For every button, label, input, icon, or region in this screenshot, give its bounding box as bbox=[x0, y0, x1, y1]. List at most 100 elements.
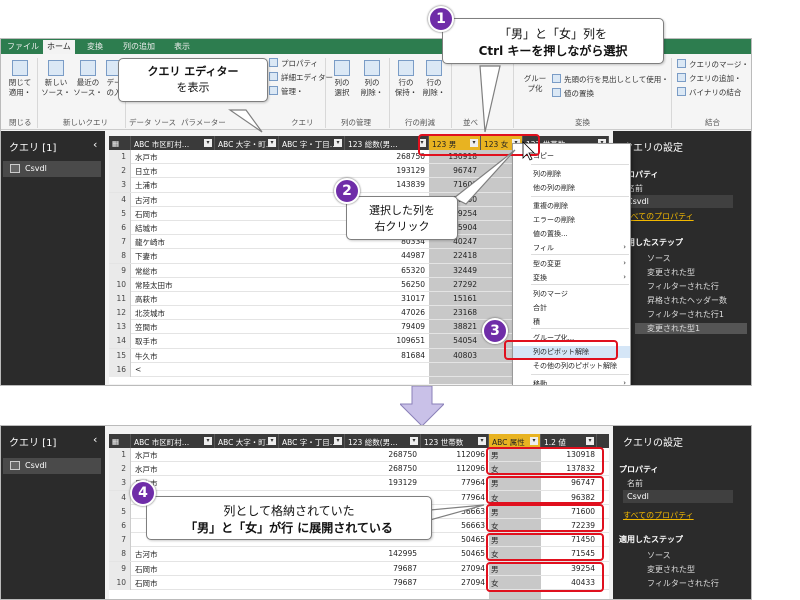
cell-total: 142995 bbox=[388, 549, 417, 559]
query-name-field[interactable]: Csvdl bbox=[623, 195, 733, 208]
applied-step[interactable]: ソース bbox=[647, 550, 671, 561]
use-first-row-headers-button[interactable]: 先頭の行を見出しとして使用・ bbox=[552, 74, 669, 85]
row-number: 3 bbox=[109, 476, 131, 491]
context-menu-item[interactable]: 他の列の削除 bbox=[513, 182, 630, 194]
context-menu-item[interactable]: 移動 › bbox=[513, 378, 630, 386]
replace-values-button[interactable]: 値の置換 bbox=[552, 88, 594, 99]
column-header[interactable]: 123 総数(男… ▾ bbox=[345, 136, 429, 150]
applied-step[interactable]: フィルターされた行 bbox=[647, 578, 719, 589]
query-item-csvdl[interactable]: Csvdl bbox=[3, 161, 101, 177]
cell-total: 81684 bbox=[401, 350, 425, 360]
new-source-button[interactable]: 新しい ソース・ bbox=[41, 60, 71, 98]
column-header[interactable]: ABC 大字・町… ▾ bbox=[215, 434, 279, 448]
cell-total: 109651 bbox=[396, 336, 425, 346]
remove-rows-button[interactable]: 行の 削除・ bbox=[421, 60, 447, 98]
context-menu-item[interactable]: 重複の削除 bbox=[513, 200, 630, 212]
cell-total: 193129 bbox=[388, 478, 417, 488]
group-label-query: クエリ bbox=[291, 118, 314, 127]
row-number: 6 bbox=[109, 518, 131, 533]
row-number: 16 bbox=[109, 362, 131, 377]
filter-dropdown-icon[interactable]: ▾ bbox=[334, 139, 342, 147]
filter-dropdown-icon[interactable]: ▾ bbox=[204, 437, 212, 445]
tab-add-column[interactable]: 列の追加 bbox=[123, 41, 155, 52]
context-menu-item[interactable]: エラーの削除 bbox=[513, 214, 630, 226]
replace-icon bbox=[552, 88, 561, 97]
applied-step[interactable]: 変更された型 bbox=[647, 564, 695, 575]
row-number: 7 bbox=[109, 235, 131, 250]
context-menu-item[interactable]: 変換 › bbox=[513, 272, 630, 284]
row-number: 12 bbox=[109, 306, 131, 321]
ribbon: 閉じて 適用・ 新しい ソース・ 最近の ソース・ デー の入 列の 選択 列の… bbox=[1, 54, 751, 130]
column-header-value[interactable]: 1.2 値 ▾ bbox=[541, 434, 597, 448]
column-header[interactable]: ABC 字・丁目… ▾ bbox=[279, 136, 345, 150]
context-menu-item[interactable]: フィル › bbox=[513, 242, 630, 254]
table-menu-icon[interactable]: ▦ bbox=[109, 434, 131, 448]
properties-button[interactable]: プロパティ bbox=[269, 58, 318, 69]
tab-file[interactable]: ファイル bbox=[7, 41, 39, 52]
menu-separator bbox=[531, 328, 629, 329]
group-label-reduce-rows: 行の削減 bbox=[405, 118, 435, 127]
context-menu-item[interactable]: その他の列のピボット解除 bbox=[513, 360, 630, 372]
filter-dropdown-icon[interactable]: ▾ bbox=[586, 437, 594, 445]
cell-city: 常陸太田市 bbox=[135, 280, 173, 290]
filter-dropdown-icon[interactable]: ▾ bbox=[268, 139, 276, 147]
keep-rows-button[interactable]: 行の 保持・ bbox=[393, 60, 419, 98]
queries-pane: クエリ [1] ‹ Csvdl bbox=[1, 426, 105, 599]
submenu-arrow-icon: › bbox=[623, 379, 626, 386]
query-name-field[interactable]: Csvdl bbox=[623, 490, 733, 503]
context-menu-item[interactable]: 列の削除 bbox=[513, 168, 630, 180]
column-header[interactable]: ABC 市区町村… ▾ bbox=[131, 136, 215, 150]
context-menu-item[interactable]: 型の変更 › bbox=[513, 258, 630, 270]
close-apply-button[interactable]: 閉じて 適用・ bbox=[5, 60, 35, 98]
collapse-chevron-icon[interactable]: ‹ bbox=[93, 138, 97, 151]
applied-step[interactable]: フィルターされた行1 bbox=[647, 309, 724, 320]
column-header[interactable]: 123 総数(男… ▾ bbox=[345, 434, 421, 448]
recent-source-button[interactable]: 最近の ソース・ bbox=[73, 60, 103, 98]
query-item-csvdl[interactable]: Csvdl bbox=[3, 458, 101, 474]
column-header-attribute[interactable]: ABC 属性 ▾ bbox=[489, 434, 541, 448]
query-settings-pane: クエリの設定 プロパティ 名前 Csvdl すべてのプロパティ 適用したステップ… bbox=[613, 426, 751, 599]
tab-transform[interactable]: 変換 bbox=[87, 41, 103, 52]
applied-step[interactable]: フィルターされた行 bbox=[647, 281, 719, 292]
remove-columns-button[interactable]: 列の 削除・ bbox=[359, 60, 385, 98]
close-apply-icon bbox=[12, 60, 28, 76]
append-queries-button[interactable]: クエリの追加・ bbox=[677, 73, 742, 84]
filter-dropdown-icon[interactable]: ▾ bbox=[204, 139, 212, 147]
context-menu-item[interactable]: 積 bbox=[513, 316, 630, 328]
merge-queries-button[interactable]: クエリのマージ・ bbox=[677, 59, 749, 70]
column-header[interactable]: 123 世帯数▾ bbox=[421, 434, 489, 448]
filter-dropdown-icon[interactable]: ▾ bbox=[530, 437, 538, 445]
advanced-editor-icon bbox=[269, 72, 278, 81]
tab-home[interactable]: ホーム bbox=[43, 40, 75, 54]
group-label-transform: 変換 bbox=[575, 118, 590, 127]
group-by-button[interactable]: グルー プ化 bbox=[521, 74, 549, 94]
table-menu-icon[interactable]: ▦ bbox=[109, 136, 131, 150]
applied-step[interactable]: ソース bbox=[647, 253, 671, 264]
all-properties-link[interactable]: すべてのプロパティ bbox=[623, 510, 694, 521]
all-properties-link[interactable]: すべてのプロパティ bbox=[623, 211, 694, 222]
callout-text: を表示 bbox=[176, 81, 210, 94]
advanced-editor-button[interactable]: 詳細エディター bbox=[269, 72, 333, 83]
tab-view[interactable]: 表示 bbox=[174, 41, 190, 52]
manage-icon bbox=[269, 86, 278, 95]
column-header[interactable]: ABC 大字・町… ▾ bbox=[215, 136, 279, 150]
filter-dropdown-icon[interactable]: ▾ bbox=[334, 437, 342, 445]
filter-dropdown-icon[interactable]: ▾ bbox=[268, 437, 276, 445]
applied-step[interactable]: 変更された型 bbox=[647, 267, 695, 278]
cell-city: 龍ケ崎市 bbox=[135, 238, 165, 248]
collapse-chevron-icon[interactable]: ‹ bbox=[93, 433, 97, 446]
manage-button[interactable]: 管理・ bbox=[269, 86, 304, 97]
column-header[interactable]: ABC 字・丁目… ▾ bbox=[279, 434, 345, 448]
ribbon-separator bbox=[671, 58, 672, 128]
combine-binaries-button[interactable]: バイナリの結合 bbox=[677, 87, 741, 98]
cell-city: 北茨城市 bbox=[135, 309, 165, 319]
applied-step[interactable]: 昇格されたヘッダー数 bbox=[647, 295, 727, 306]
cell-households: 112096 bbox=[456, 450, 485, 459]
context-menu-item[interactable]: 列のマージ bbox=[513, 288, 630, 300]
context-menu-item[interactable]: 合計 bbox=[513, 302, 630, 314]
column-header[interactable]: ABC 市区町村… ▾ bbox=[131, 434, 215, 448]
filter-dropdown-icon[interactable]: ▾ bbox=[478, 437, 486, 445]
context-menu-item[interactable]: 値の置換... bbox=[513, 228, 630, 240]
applied-step[interactable]: 変更された型1 bbox=[635, 323, 747, 334]
filter-dropdown-icon[interactable]: ▾ bbox=[410, 437, 418, 445]
